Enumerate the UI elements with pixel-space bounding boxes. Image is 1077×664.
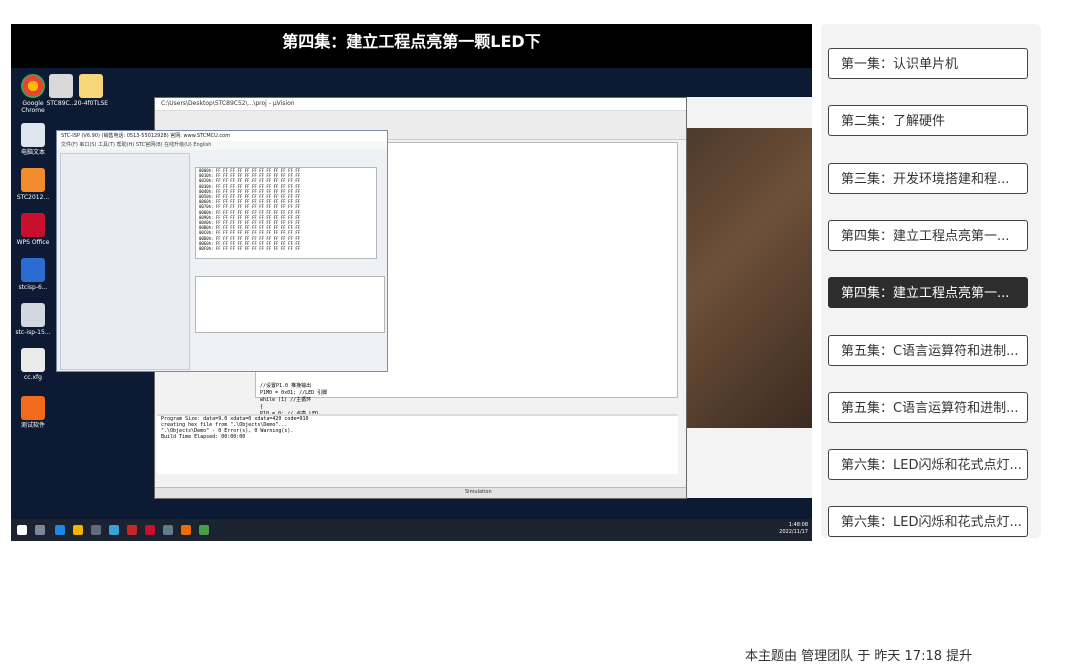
camera-toolbar	[687, 97, 812, 128]
app-icon	[109, 525, 119, 535]
desktop-icon: stcisp-6...	[13, 258, 53, 291]
desktop-icon: cc.xfg	[13, 348, 53, 381]
file-icon	[21, 348, 45, 372]
windows-start-icon	[17, 525, 27, 535]
isp-titlebar: STC-ISP (V6.90) (销售电话: 0513-55012928) 官网…	[57, 131, 387, 141]
episode-button[interactable]: 第五集：C语言运算符和进制...	[828, 335, 1028, 366]
wps-icon	[21, 213, 45, 237]
isp-settings-panel	[60, 153, 190, 370]
desktop-icon: stc-isp-15...	[13, 303, 53, 336]
code-line: //设置P1.0 推挽输出	[260, 383, 312, 389]
folder-icon	[79, 74, 103, 98]
app-icon	[127, 525, 137, 535]
app-icon	[21, 303, 45, 327]
app-icon	[181, 525, 191, 535]
episode-button[interactable]: 第二集：了解硬件	[828, 105, 1028, 136]
episode-button[interactable]: 第一集：认识单片机	[828, 48, 1028, 79]
episode-list: 第一集：认识单片机 第二集：了解硬件 第三集：开发环境搭建和程... 第四集：建…	[821, 24, 1041, 538]
isp-menubar: 文件(F) 串口(S) 工具(T) 帮助(H) STC官网(B) 在线升级(U)…	[57, 141, 387, 150]
taskbar: 1:48:08 2022/11/17	[11, 519, 812, 541]
edge-icon	[55, 525, 65, 535]
hex-line: 00F0h: FF FF FF FF FF FF FF FF FF FF FF …	[199, 246, 301, 252]
video-title: 第四集：建立工程点亮第一颗LED下	[282, 32, 541, 51]
isp-window: STC-ISP (V6.90) (销售电话: 0513-55012928) 官网…	[56, 130, 388, 372]
video-player[interactable]: 第四集：建立工程点亮第一颗LED下 Google Chrome STC89C..…	[11, 24, 812, 541]
folder-icon	[73, 525, 83, 535]
desktop-icon: 测试软件	[13, 396, 53, 429]
episode-button[interactable]: 第六集：LED闪烁和花式点灯...	[828, 506, 1028, 537]
episode-button[interactable]: 第四集：建立工程点亮第一...	[828, 220, 1028, 251]
app-icon	[163, 525, 173, 535]
app-icon	[21, 168, 45, 192]
app-icon	[199, 525, 209, 535]
build-line: Build Time Elapsed: 00:00:00	[161, 434, 246, 440]
episode-button[interactable]: 第五集：C语言运算符和进制...	[828, 392, 1028, 423]
build-output: Program Size: data=9.0 xdata=0 xdata=420…	[157, 414, 678, 474]
episode-button-active[interactable]: 第四集：建立工程点亮第一...	[828, 277, 1028, 308]
code-line: P1M0 = 0x01; //LED 引脚	[260, 390, 328, 396]
isp-log	[195, 276, 385, 333]
app-icon	[21, 396, 45, 420]
app-icon	[49, 74, 73, 98]
code-line: {	[260, 404, 264, 410]
wps-icon	[145, 525, 155, 535]
episode-button[interactable]: 第三集：开发环境搭建和程...	[828, 163, 1028, 194]
desktop-icon: WPS Office	[13, 213, 53, 246]
desktop-icon: 20-4f0TLSE	[71, 74, 111, 107]
episode-button[interactable]: 第六集：LED闪烁和花式点灯...	[828, 449, 1028, 480]
hex-view: 0000h: FF FF FF FF FF FF FF FF FF FF FF …	[195, 167, 377, 259]
camera-feed	[687, 128, 812, 428]
app-icon	[21, 258, 45, 282]
taskbar-clock: 1:48:08 2022/11/17	[779, 522, 808, 535]
ide-statusbar: Simulation	[155, 487, 686, 498]
ide-titlebar: C:\Users\Desktop\STC89C52\...\proj - µVi…	[155, 98, 686, 111]
status-text: Simulation	[465, 489, 492, 495]
desktop-icon: STC2012...	[13, 168, 53, 201]
app-icon	[91, 525, 101, 535]
video-frame[interactable]: Google Chrome STC89C... 20-4f0TLSE 电脑文本 …	[11, 68, 812, 541]
search-icon	[35, 525, 45, 535]
code-line: while (1) //主循环	[260, 397, 312, 403]
app-icon	[21, 123, 45, 147]
desktop-icon: 电脑文本	[13, 123, 53, 156]
camera-panel	[687, 428, 812, 498]
